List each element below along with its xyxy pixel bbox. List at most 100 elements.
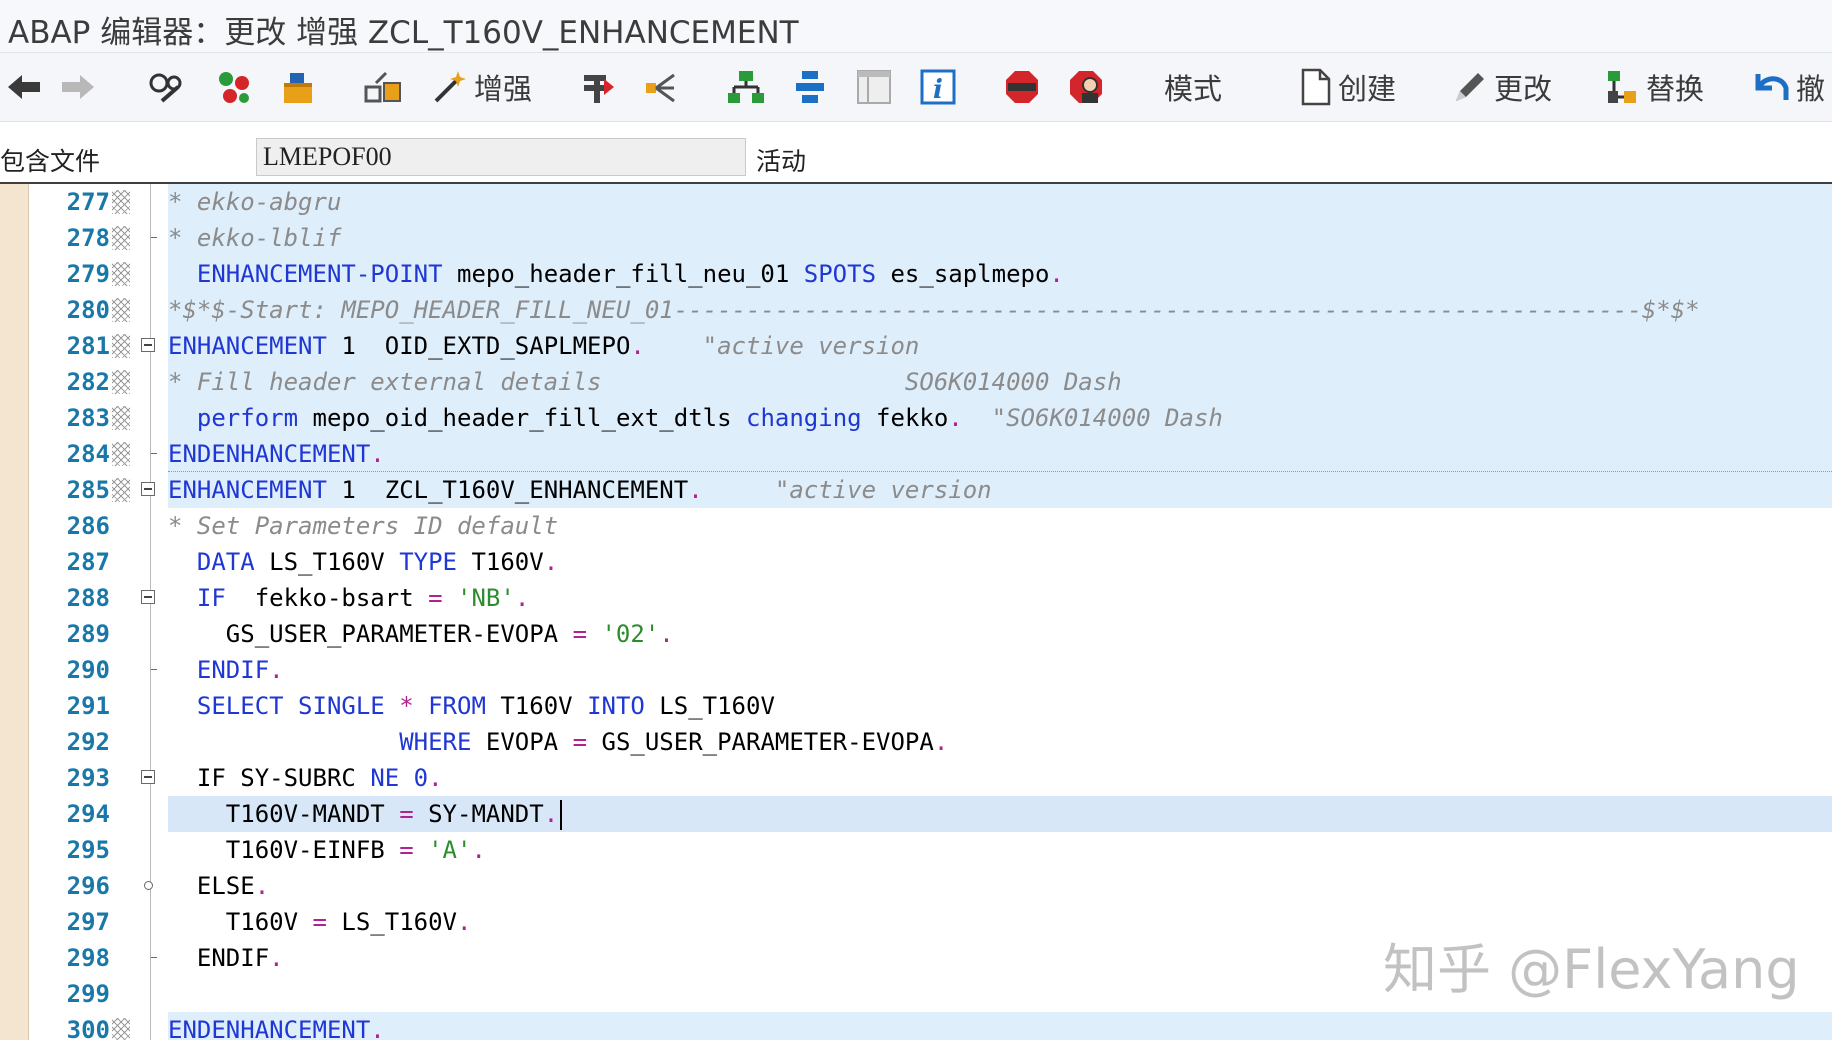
keyword: IF: [196, 584, 226, 612]
line-number: 286: [66, 512, 110, 540]
replace-button[interactable]: 替换: [1604, 53, 1704, 121]
period: .: [254, 872, 270, 900]
where-used-button[interactable]: [364, 53, 404, 121]
code-line[interactable]: 286 * Set Parameters ID default: [0, 508, 1832, 544]
code-line[interactable]: 279 ENHANCEMENT-POINT mepo_header_fill_n…: [0, 256, 1832, 292]
code-line[interactable]: 291 SELECT SINGLE * FROM T160V INTO LS_T…: [0, 688, 1832, 724]
code-line[interactable]: 285 ENHANCEMENT 1 ZCL_T160V_ENHANCEMENT.…: [0, 472, 1832, 508]
code-text: * ekko-abgru: [168, 184, 341, 220]
code-text: ELSE.: [168, 868, 269, 904]
line-number: 287: [66, 548, 110, 576]
code-line[interactable]: 292 WHERE EVOPA = GS_USER_PARAMETER-EVOP…: [0, 724, 1832, 760]
enhance-label: 增强: [474, 72, 533, 106]
line-number: 290: [66, 656, 110, 684]
collapse-block-icon[interactable]: [141, 338, 155, 352]
code-line[interactable]: 300 ENDENHANCEMENT.: [0, 1012, 1832, 1040]
period: .: [370, 440, 385, 468]
include-name-field[interactable]: LMEPOF00: [256, 138, 746, 176]
code-editor[interactable]: 277 * ekko-abgru 278 * ekko-lblif 279 EN…: [0, 184, 1832, 1040]
forward-button[interactable]: [60, 53, 96, 121]
line-number: 285: [66, 476, 110, 504]
create-button[interactable]: 创建: [1300, 53, 1396, 121]
code-text: ENDIF.: [168, 652, 284, 688]
code-line[interactable]: 280 *$*$-Start: MEPO_HEADER_FILL_NEU_01-…: [0, 292, 1832, 328]
breakpoint-marker[interactable]: [112, 334, 130, 358]
structure-button[interactable]: [792, 53, 828, 121]
undo-label: 撤: [1796, 72, 1826, 106]
object-switch-icon: [219, 72, 249, 103]
enhancement-definition-button[interactable]: [580, 53, 616, 121]
undo-button[interactable]: 撤: [1752, 53, 1825, 121]
code-line[interactable]: 278 * ekko-lblif: [0, 220, 1832, 256]
change-button[interactable]: 更改: [1452, 53, 1552, 121]
enhance-button[interactable]: 增强: [432, 53, 532, 121]
code-text: GS_USER_PARAMETER-EVOPA = '02'.: [168, 616, 674, 652]
period: .: [948, 404, 963, 432]
pattern-button[interactable]: 模式: [1164, 53, 1222, 121]
breakpoint-marker[interactable]: [112, 190, 130, 214]
code-text: T160V-EINFB = 'A'.: [168, 832, 486, 868]
breakpoint-marker[interactable]: [112, 1018, 130, 1040]
breakpoint-marker[interactable]: [112, 478, 130, 502]
code-text: T160V = LS_T160V.: [168, 904, 472, 940]
pencil-icon: [1456, 73, 1484, 101]
line-number: 282: [66, 368, 110, 396]
line-number: 291: [66, 692, 110, 720]
keyword: SELECT SINGLE: [196, 692, 385, 720]
fold-tick: [151, 237, 157, 238]
external-breakpoint-button[interactable]: [1068, 53, 1104, 121]
code-text: IF fekko-bsart = 'NB'.: [168, 580, 529, 616]
code-line[interactable]: 287 DATA LS_T160V TYPE T160V.: [0, 544, 1832, 580]
mode-label: 模式: [1164, 72, 1223, 106]
breakpoint-marker[interactable]: [112, 298, 130, 322]
collapse-block-icon[interactable]: [141, 482, 155, 496]
code-text: IF SY-SUBRC NE 0.: [168, 760, 443, 796]
code-token: LS_T160V: [644, 692, 775, 720]
hierarchy-button[interactable]: [728, 53, 764, 121]
code-text: ENDENHANCEMENT.: [168, 1012, 385, 1040]
breakpoint-marker[interactable]: [112, 406, 130, 430]
code-text: ENHANCEMENT-POINT mepo_header_fill_neu_0…: [168, 256, 1064, 292]
layout-button[interactable]: [856, 53, 892, 121]
status-text: 活动: [756, 147, 807, 176]
code-line[interactable]: 283 perform mepo_oid_header_fill_ext_dtl…: [0, 400, 1832, 436]
breakpoint-marker[interactable]: [112, 226, 130, 250]
code-line[interactable]: 288 IF fekko-bsart = 'NB'.: [0, 580, 1832, 616]
code-line[interactable]: 289 GS_USER_PARAMETER-EVOPA = '02'.: [0, 616, 1832, 652]
breakpoint-button[interactable]: [1004, 53, 1040, 121]
keyword: TYPE: [399, 548, 457, 576]
code-token: mepo_header_fill_neu_01: [442, 260, 804, 288]
code-line[interactable]: 284 ENDENHANCEMENT.: [0, 436, 1832, 472]
operator: =: [572, 620, 588, 648]
period: .: [370, 1016, 385, 1040]
enhancement-spot-button[interactable]: [644, 53, 680, 121]
code-token: fekko-bsart: [225, 584, 429, 612]
code-line[interactable]: 290 ENDIF.: [0, 652, 1832, 688]
hierarchy-icon: [728, 71, 764, 103]
comment: * ekko-lblif: [168, 224, 342, 252]
code-token: SY-MANDT: [413, 800, 544, 828]
operator: =: [572, 728, 588, 756]
code-line-current[interactable]: 294 T160V-MANDT = SY-MANDT.: [0, 796, 1832, 832]
code-line[interactable]: 293 IF SY-SUBRC NE 0.: [0, 760, 1832, 796]
code-text: SELECT SINGLE * FROM T160V INTO LS_T160V: [168, 688, 775, 724]
code-text: *$*$-Start: MEPO_HEADER_FILL_NEU_01-----…: [168, 292, 1700, 328]
other-object-button[interactable]: [280, 53, 316, 121]
collapse-block-icon[interactable]: [141, 770, 155, 784]
active-inactive-button[interactable]: [216, 53, 252, 121]
collapse-block-icon[interactable]: [141, 590, 155, 604]
code-line[interactable]: 282 * Fill header external details SO6K0…: [0, 364, 1832, 400]
code-line[interactable]: 296 ELSE.: [0, 868, 1832, 904]
info-button[interactable]: i: [920, 53, 956, 121]
period: .: [659, 620, 674, 648]
code-line[interactable]: 295 T160V-EINFB = 'A'.: [0, 832, 1832, 868]
breakpoint-marker[interactable]: [112, 442, 130, 466]
breakpoint-marker[interactable]: [112, 262, 130, 286]
code-token: IF: [196, 764, 226, 792]
back-button[interactable]: [6, 53, 42, 121]
code-line[interactable]: 281 ENHANCEMENT 1 OID_EXTD_SAPLMEPO. "ac…: [0, 328, 1832, 364]
code-line[interactable]: 277 * ekko-abgru: [0, 184, 1832, 220]
display-change-button[interactable]: [148, 53, 184, 121]
include-label: 包含文件: [0, 147, 101, 176]
breakpoint-marker[interactable]: [112, 370, 130, 394]
